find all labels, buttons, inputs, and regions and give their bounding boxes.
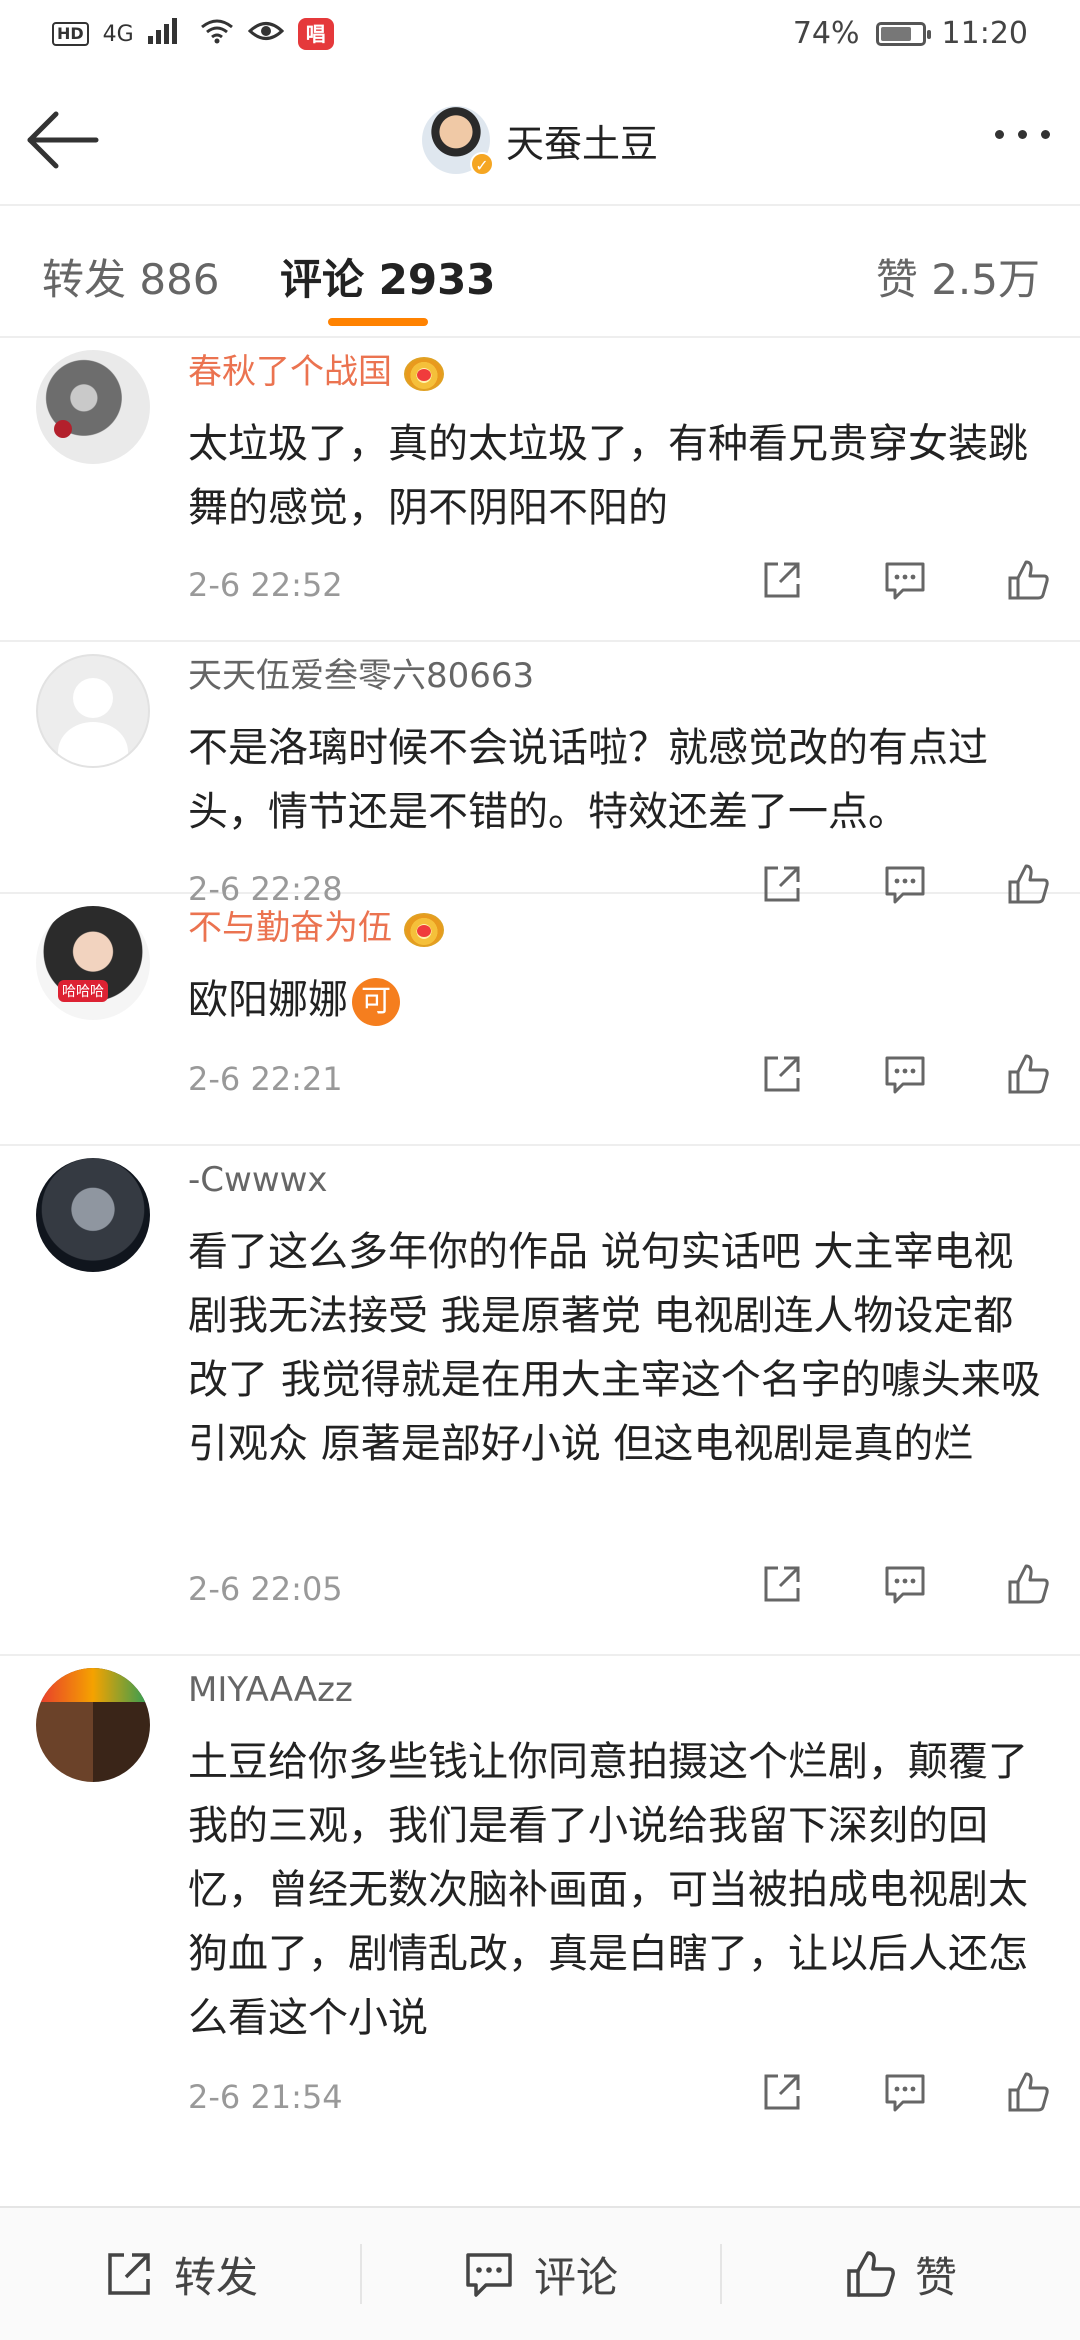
vip-crown-icon [404, 912, 444, 947]
hd-icon: HD [52, 22, 89, 46]
comment-icon [466, 2253, 512, 2297]
comment-actions [760, 2070, 1050, 2114]
network-label: 4G [102, 21, 134, 47]
battery-fill [880, 26, 911, 41]
status-bar: HD 4G 唱 74% 11:20 [0, 0, 1080, 76]
signal-icon [147, 18, 186, 50]
comment-actions [760, 558, 1050, 602]
like-label: 赞 [914, 2252, 957, 2302]
comment-time: 2-6 22:52 [188, 566, 343, 604]
comment-list: 春秋了个战国 太垃圾了，真的太垃圾了，有种看兄贵穿女装跳舞的感觉，阴不阴阳不阳的… [0, 338, 1080, 2156]
tab-likes[interactable]: 赞 2.5万 [876, 246, 1040, 307]
more-icon [995, 130, 1004, 139]
comment-icon[interactable] [883, 1052, 927, 1096]
avatar[interactable] [36, 906, 150, 1020]
more-button[interactable] [995, 130, 1050, 139]
comment-item: 不与勤奋为伍 欧阳娜娜可 2-6 22:21 [0, 894, 1080, 1146]
clock: 11:20 [941, 16, 1028, 51]
comment-text: 不是洛璃时候不会说话啦？就感觉改的有点过头，情节还是不错的。特效还差了一点。 [188, 725, 988, 835]
tab-bar: 转发 886 评论 2933 赞 2.5万 [0, 206, 1080, 338]
battery-icon [875, 21, 931, 46]
wifi-icon [200, 18, 234, 50]
comment-time: 2-6 22:21 [188, 1060, 343, 1098]
verified-icon: ✓ [469, 152, 494, 176]
like-icon[interactable] [1006, 1052, 1050, 1096]
share-icon [108, 2253, 150, 2295]
comment-button[interactable]: 评论 [360, 2208, 720, 2340]
comment-icon[interactable] [883, 1562, 927, 1606]
comment-author[interactable]: MIYAAAzz [188, 1668, 353, 1712]
top-bar: ✓ 天蚕土豆 [0, 76, 1080, 206]
share-icon[interactable] [760, 1562, 804, 1606]
profile-link[interactable]: ✓ 天蚕土豆 [0, 106, 1080, 176]
app-notification-icon: 唱 [297, 18, 334, 50]
eye-icon [247, 18, 284, 50]
comment-actions [760, 1052, 1050, 1096]
comment-time: 2-6 21:54 [188, 2078, 343, 2116]
comment-author[interactable]: 不与勤奋为伍 [188, 906, 444, 950]
avatar[interactable] [36, 350, 150, 464]
comment-item: -Cwwwx 看了这么多年你的作品 说句实话吧 大主宰电视剧我无法接受 我是原著… [0, 1146, 1080, 1656]
like-icon[interactable] [1006, 2070, 1050, 2114]
bottom-action-bar: 转发 评论 赞 [0, 2206, 1080, 2340]
share-icon[interactable] [760, 558, 804, 602]
comment-item: 春秋了个战国 太垃圾了，真的太垃圾了，有种看兄贵穿女装跳舞的感觉，阴不阴阳不阳的… [0, 338, 1080, 642]
comment-text: 欧阳娜娜可 [188, 968, 1044, 1032]
avatar[interactable]: ✓ [421, 106, 494, 176]
share-icon[interactable] [760, 2070, 804, 2114]
comment-icon[interactable] [883, 2070, 927, 2114]
like-icon [847, 2251, 895, 2297]
comment-icon[interactable] [883, 558, 927, 602]
comment-label: 评论 [533, 2252, 618, 2302]
like-icon[interactable] [1006, 1562, 1050, 1606]
comment-author[interactable]: -Cwwwx [188, 1158, 328, 1202]
tab-repost[interactable]: 转发 886 [42, 246, 220, 307]
like-button[interactable]: 赞 [720, 2208, 1080, 2340]
comment-item: MIYAAAzz 土豆给你多些钱让你同意拍摄这个烂剧，颠覆了我的三观，我们是看了… [0, 1656, 1080, 2156]
tab-comments[interactable]: 评论 2933 [280, 246, 496, 307]
comment-item: 天天伍爱叁零六80663 不是洛璃时候不会说话啦？就感觉改的有点过头，情节还是不… [0, 642, 1080, 908]
repost-label: 转发 [173, 2252, 258, 2302]
comment-actions [760, 1562, 1050, 1606]
comment-text: 土豆给你多些钱让你同意拍摄这个烂剧，颠覆了我的三观，我们是看了小说给我留下深刻的… [188, 1739, 1028, 2041]
comment-author[interactable]: 天天伍爱叁零六80663 [188, 654, 534, 698]
share-icon[interactable] [760, 1052, 804, 1096]
repost-button[interactable]: 转发 [0, 2208, 360, 2340]
emoji-icon: 可 [352, 978, 400, 1026]
avatar[interactable] [36, 1158, 150, 1272]
like-icon[interactable] [1006, 558, 1050, 602]
comment-time: 2-6 22:05 [188, 1570, 343, 1608]
comment-author[interactable]: 春秋了个战国 [188, 350, 444, 394]
avatar[interactable] [36, 1668, 150, 1782]
comment-text: 太垃圾了，真的太垃圾了，有种看兄贵穿女装跳舞的感觉，阴不阴阳不阳的 [188, 421, 1028, 531]
active-tab-indicator [328, 318, 428, 326]
vip-crown-icon [404, 356, 444, 391]
comment-text: 看了这么多年你的作品 说句实话吧 大主宰电视剧我无法接受 我是原著党 电视剧连人… [188, 1229, 1041, 1467]
page-title: 天蚕土豆 [505, 121, 658, 166]
avatar[interactable] [36, 654, 150, 768]
battery-percent: 74% [792, 16, 860, 51]
